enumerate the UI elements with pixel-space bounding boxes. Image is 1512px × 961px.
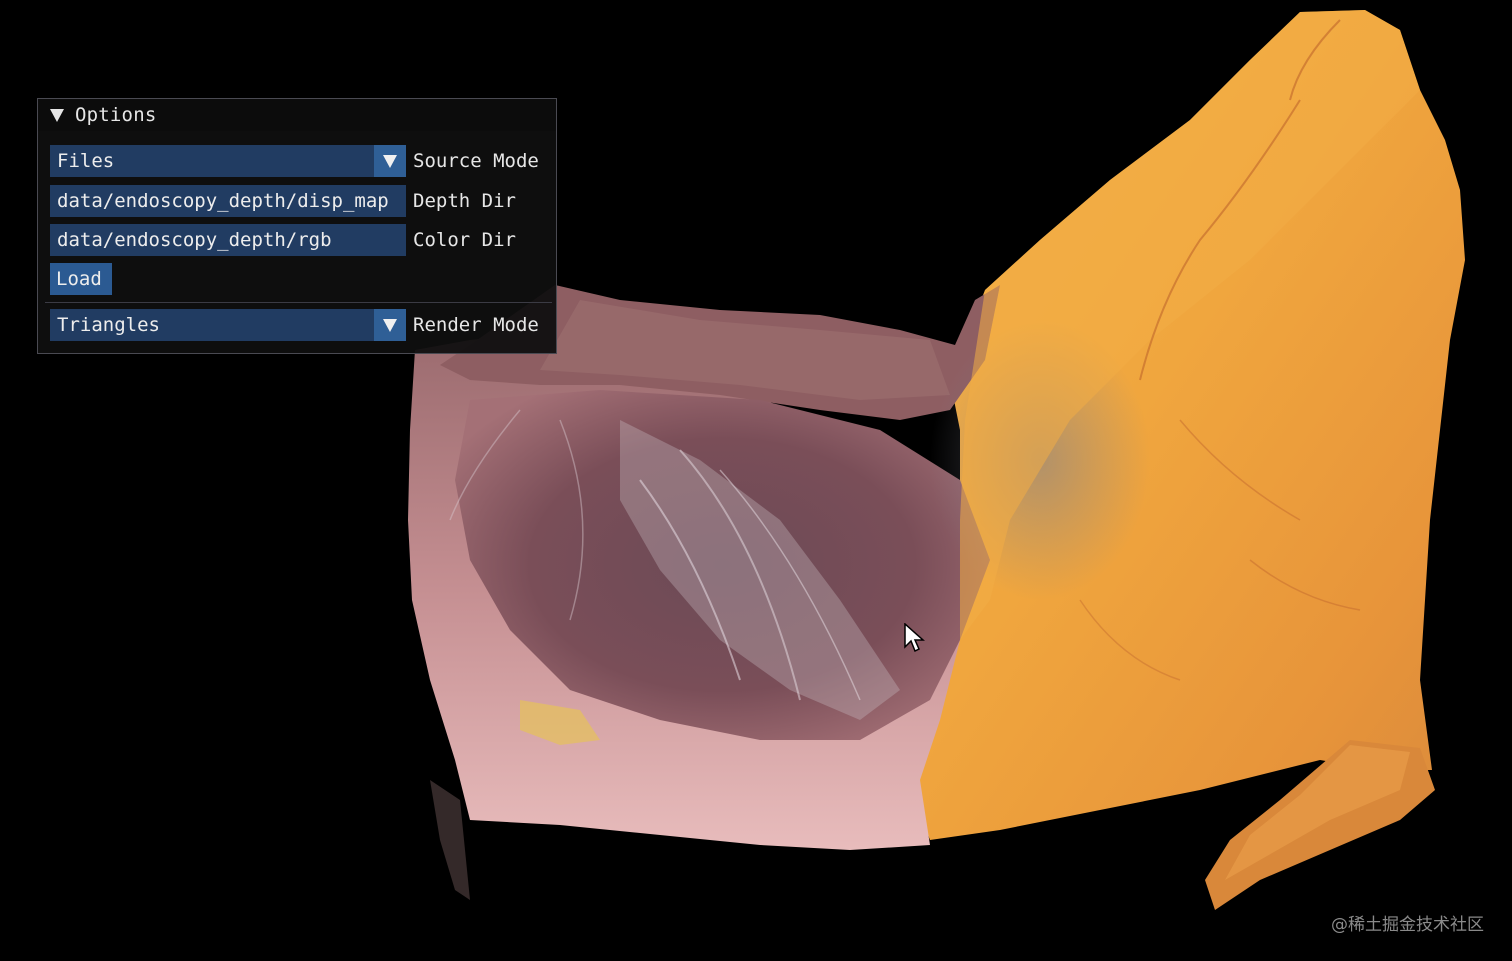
color-dir-row: data/endoscopy_depth/rgb Color Dir (50, 224, 550, 256)
options-panel: Options Files Source Mode data/endoscopy… (37, 98, 557, 354)
source-mode-value: Files (57, 150, 115, 172)
triangle-down-icon[interactable] (50, 109, 64, 122)
source-mode-dropdown-button[interactable] (374, 145, 406, 177)
chevron-down-icon (383, 319, 397, 332)
mouse-pointer-icon (904, 623, 925, 653)
source-mode-row: Files Source Mode (50, 145, 550, 177)
render-mode-value: Triangles (57, 314, 160, 336)
render-mode-row: Triangles Render Mode (50, 309, 550, 341)
watermark: @稀土掘金技术社区 (1331, 915, 1484, 935)
3d-viewport[interactable]: Options Files Source Mode data/endoscopy… (0, 0, 1512, 961)
panel-title: Options (75, 104, 157, 126)
depth-dir-row: data/endoscopy_depth/disp_map Depth Dir (50, 185, 550, 217)
chevron-down-icon (383, 155, 397, 168)
render-mode-combo[interactable]: Triangles (50, 309, 406, 341)
separator (45, 302, 552, 303)
options-header[interactable]: Options (38, 99, 556, 131)
depth-dir-value: data/endoscopy_depth/disp_map (57, 190, 389, 212)
color-dir-label: Color Dir (413, 229, 516, 251)
depth-dir-label: Depth Dir (413, 190, 516, 212)
depth-dir-input[interactable]: data/endoscopy_depth/disp_map (50, 185, 406, 217)
color-dir-value: data/endoscopy_depth/rgb (57, 229, 332, 251)
source-mode-combo[interactable]: Files (50, 145, 406, 177)
load-row: Load (50, 263, 550, 295)
render-mode-label: Render Mode (413, 314, 539, 336)
render-mode-dropdown-button[interactable] (374, 309, 406, 341)
color-dir-input[interactable]: data/endoscopy_depth/rgb (50, 224, 406, 256)
load-button[interactable]: Load (50, 263, 112, 295)
source-mode-label: Source Mode (413, 150, 539, 172)
